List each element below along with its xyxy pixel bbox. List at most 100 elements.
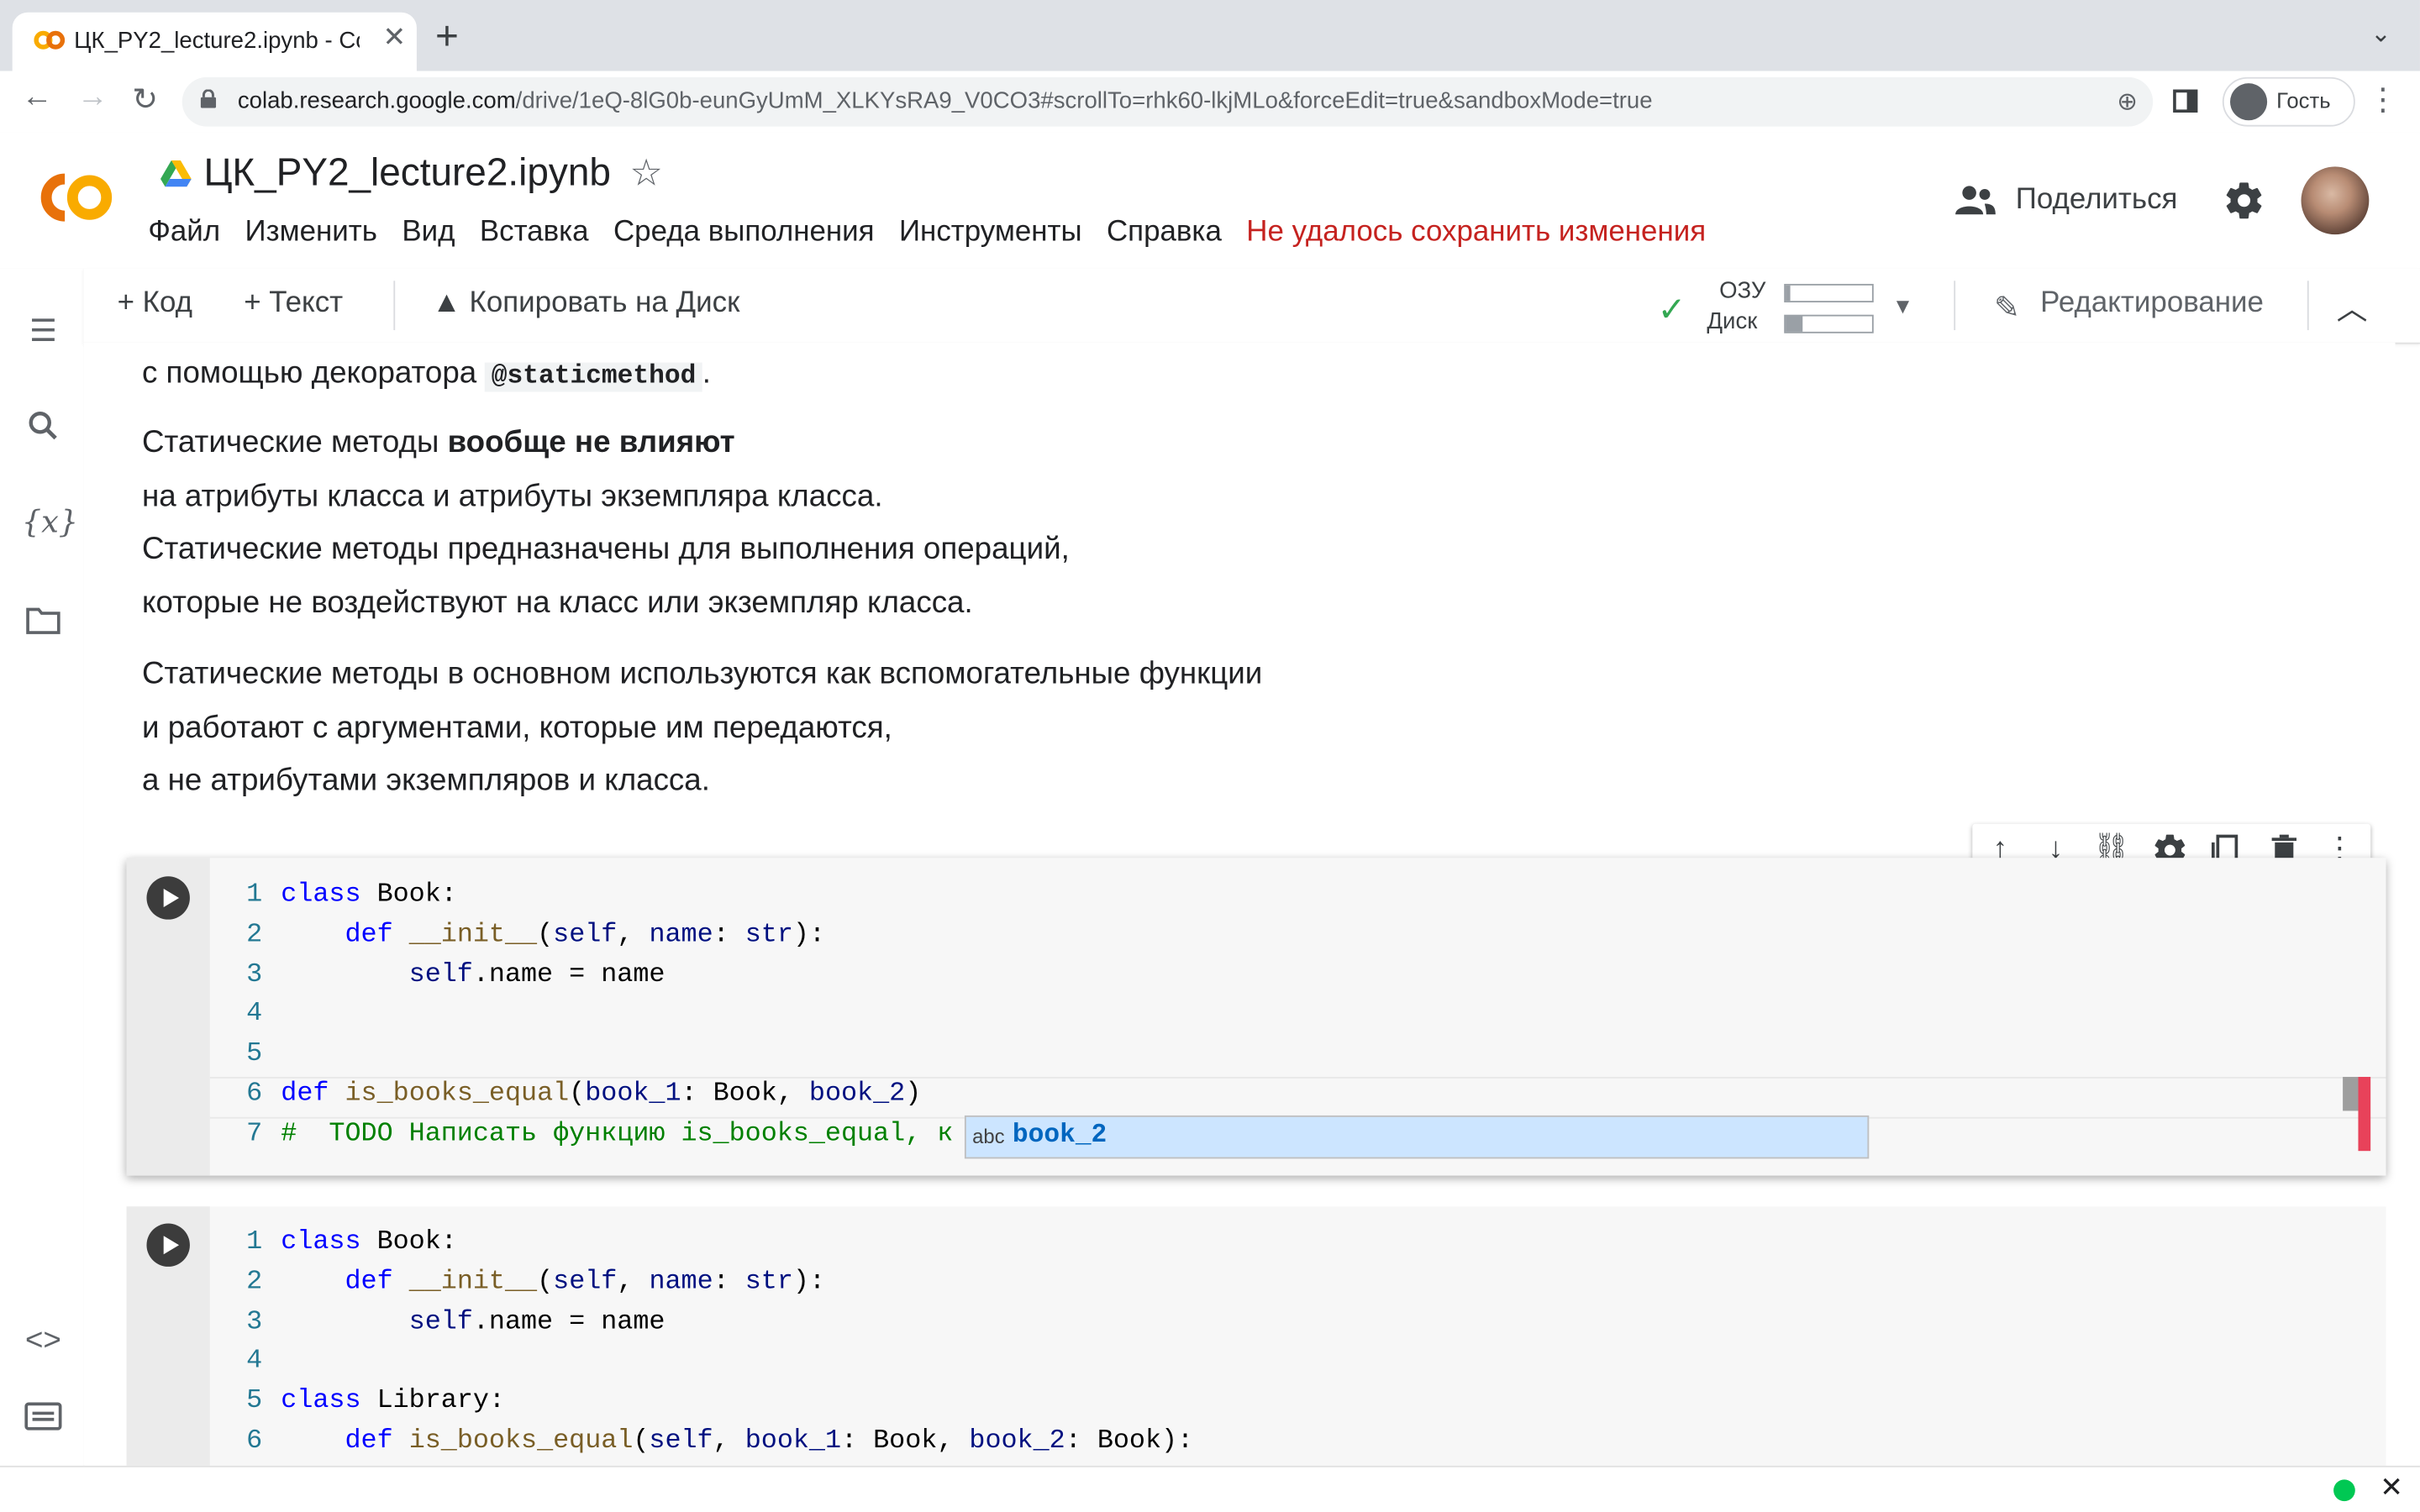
autocomplete-kind-icon: abc [972,1124,1005,1148]
menu-insert[interactable]: Вставка [480,216,589,249]
line-number: 4 [246,1000,263,1030]
text-fragment: Статические методы [141,425,448,460]
browser-menu-icon[interactable]: ⋮ [2367,81,2398,119]
code-line: 3 self.name = name [216,1303,1193,1342]
code-line: 5 [216,1036,953,1075]
colab-header: ЦК_PY2_lecture2.ipynb ☆ Файл Изменить Вид В… [0,132,2420,270]
notebook-title[interactable]: ЦК_PY2_lecture2.ipynb [203,151,610,196]
code-line: 2 def __init__(self, name: str): [216,1263,1193,1303]
line-number: 2 [246,1268,263,1298]
close-status-icon[interactable]: ✕ [2380,1472,2403,1504]
url-host: colab.research.google.com [237,87,516,114]
side-panel-icon[interactable] [2173,89,2198,113]
menu-file[interactable]: Файл [148,216,220,249]
code-line: 1 class Book: [216,876,953,916]
run-cell-button[interactable] [146,876,190,920]
runtime-status-dot[interactable] [2333,1479,2355,1502]
line-number: 2 [246,921,263,951]
text-line: которые не воздействуют на класс или экз… [141,585,973,621]
left-rail: ☰ {x} <> [0,268,86,1466]
resources-dropdown-icon[interactable]: ▼ [1892,293,1913,318]
copy-to-drive-button[interactable]: ▲ Копировать на Диск [432,287,739,321]
bold-text: вообще не влияют [447,425,735,460]
code-editor[interactable]: 1 class Book: 2 def __init__(self, name: s… [216,876,953,1155]
browser-tab-strip: ЦК_PY2_lecture2.ipynb - Colab ✕ + ⌄ [0,0,2420,71]
code-line: 3 self.name = name [216,956,953,995]
code-line: 4 [216,995,953,1035]
tab-close-icon[interactable]: ✕ [383,22,407,55]
zoom-icon[interactable]: ⊕ [2117,87,2138,118]
text-line: на атрибуты класса и атрибуты экземпляра… [141,480,883,514]
autocomplete-item[interactable]: book_2 [1013,1121,1107,1151]
profile-button[interactable]: Гость [2222,76,2355,127]
tab-search-chevron-icon[interactable]: ⌄ [2370,18,2391,50]
line-number: 3 [246,1307,263,1337]
url-path: /drive/1eQ-8lG0b-eunGyUmM_XLKYsRA9_V0CO3… [515,87,1653,114]
menu-view[interactable]: Вид [402,216,455,249]
user-avatar[interactable] [2301,166,2370,235]
menu-help[interactable]: Справка [1107,216,1222,249]
code-snippets-icon[interactable]: <> [22,1324,65,1361]
text-line: а не атрибутами экземпляров и класса. [141,764,710,798]
code-line: 7 # TODO Написать функцию is_books_equal,… [216,1116,953,1155]
code-cell-active[interactable]: 1 class Book: 2 def __init__(self, name: s… [126,858,2386,1176]
run-cell-button[interactable] [146,1223,190,1267]
disk-usage-bar [1784,314,1874,333]
menu-edit[interactable]: Изменить [245,216,377,249]
editing-mode-label: Редактирование [2040,286,2264,320]
table-of-contents-icon[interactable]: ☰ [22,312,65,349]
notebook-content: с помощью декоратора @staticmethod. Стат… [83,342,2396,1466]
add-code-cell-button[interactable]: + Код [118,287,192,321]
forward-arrow-icon[interactable]: → [71,81,113,116]
text-line: с помощью декоратора @staticmethod. [142,347,711,404]
collapse-header-chevron-icon[interactable]: ︿ [2337,284,2368,328]
profile-label: Гость [2276,87,2331,113]
line-number: 6 [246,1426,263,1457]
browser-toolbar: ← → ↻ colab.research.google.com/drive/1e… [0,71,2420,134]
code-cell[interactable]: 1 class Book: 2 def __init__(self, name: s… [126,1206,2386,1466]
disk-usage-fill [1786,316,1803,332]
text-line: Статические методы вообще не влияют [142,417,735,469]
toolbar-divider [1954,281,1956,331]
menu-tools[interactable]: Инструменты [899,216,1082,249]
menu-runtime[interactable]: Среда выполнения [613,216,875,249]
menu-bar: Файл Изменить Вид Вставка Среда выполнения Ин… [148,216,1730,253]
new-tab-button[interactable]: + [435,15,459,55]
star-icon[interactable]: ☆ [629,151,663,196]
connected-check-icon: ✓ [1657,290,1686,329]
notebook-toolbar: + Код + Текст ▲ Копировать на Диск ✓ ОЗУ… [83,268,2420,344]
colab-logo-icon[interactable] [28,166,120,228]
code-editor[interactable]: 1 class Book: 2 def __init__(self, name: s… [216,1224,1193,1462]
settings-gear-icon[interactable] [2223,179,2265,222]
toolbar-divider [393,281,396,331]
browser-tab[interactable]: ЦК_PY2_lecture2.ipynb - Colab ✕ [12,12,417,71]
drive-outline-icon: ▲ [432,286,461,320]
line-number: 4 [246,1347,263,1378]
line-number: 1 [246,880,263,911]
autocomplete-popup[interactable]: abc book_2 [964,1115,1870,1159]
code-line: 6 def is_books_equal(self, book_1: Book,… [216,1422,1193,1462]
reload-icon[interactable]: ↻ [124,81,166,119]
code-line: 2 def __init__(self, name: str): [216,916,953,956]
back-arrow-icon[interactable]: ← [15,81,58,116]
resources-indicator[interactable]: ✓ ОЗУ Диск ▼ [1658,275,1966,336]
add-text-cell-button[interactable]: + Текст [244,287,343,321]
url-text: colab.research.google.com/drive/1eQ-8lG0… [238,88,1653,114]
code-line: 6 def is_books_equal(book_1: Book, book_2… [216,1075,953,1115]
drive-icon [160,160,192,187]
command-palette-icon[interactable] [22,1398,65,1435]
save-error-message[interactable]: Не удалось сохранить изменения [1246,216,1706,249]
inline-code: @staticmethod [485,362,702,392]
files-icon[interactable] [22,601,65,638]
people-icon [1955,186,1996,215]
ram-usage-bar [1784,283,1874,302]
search-icon[interactable] [22,407,65,444]
line-number: 1 [246,1228,263,1257]
ram-usage-fill [1786,285,1791,302]
line-number: 7 [246,1120,263,1149]
pencil-icon: ✎ [1994,291,2020,326]
ram-label: ОЗУ [1719,277,1766,304]
toolbar-divider [2307,281,2309,331]
variables-icon[interactable]: {x} [22,503,78,540]
address-bar[interactable]: colab.research.google.com/drive/1eQ-8lG0… [182,76,2154,127]
